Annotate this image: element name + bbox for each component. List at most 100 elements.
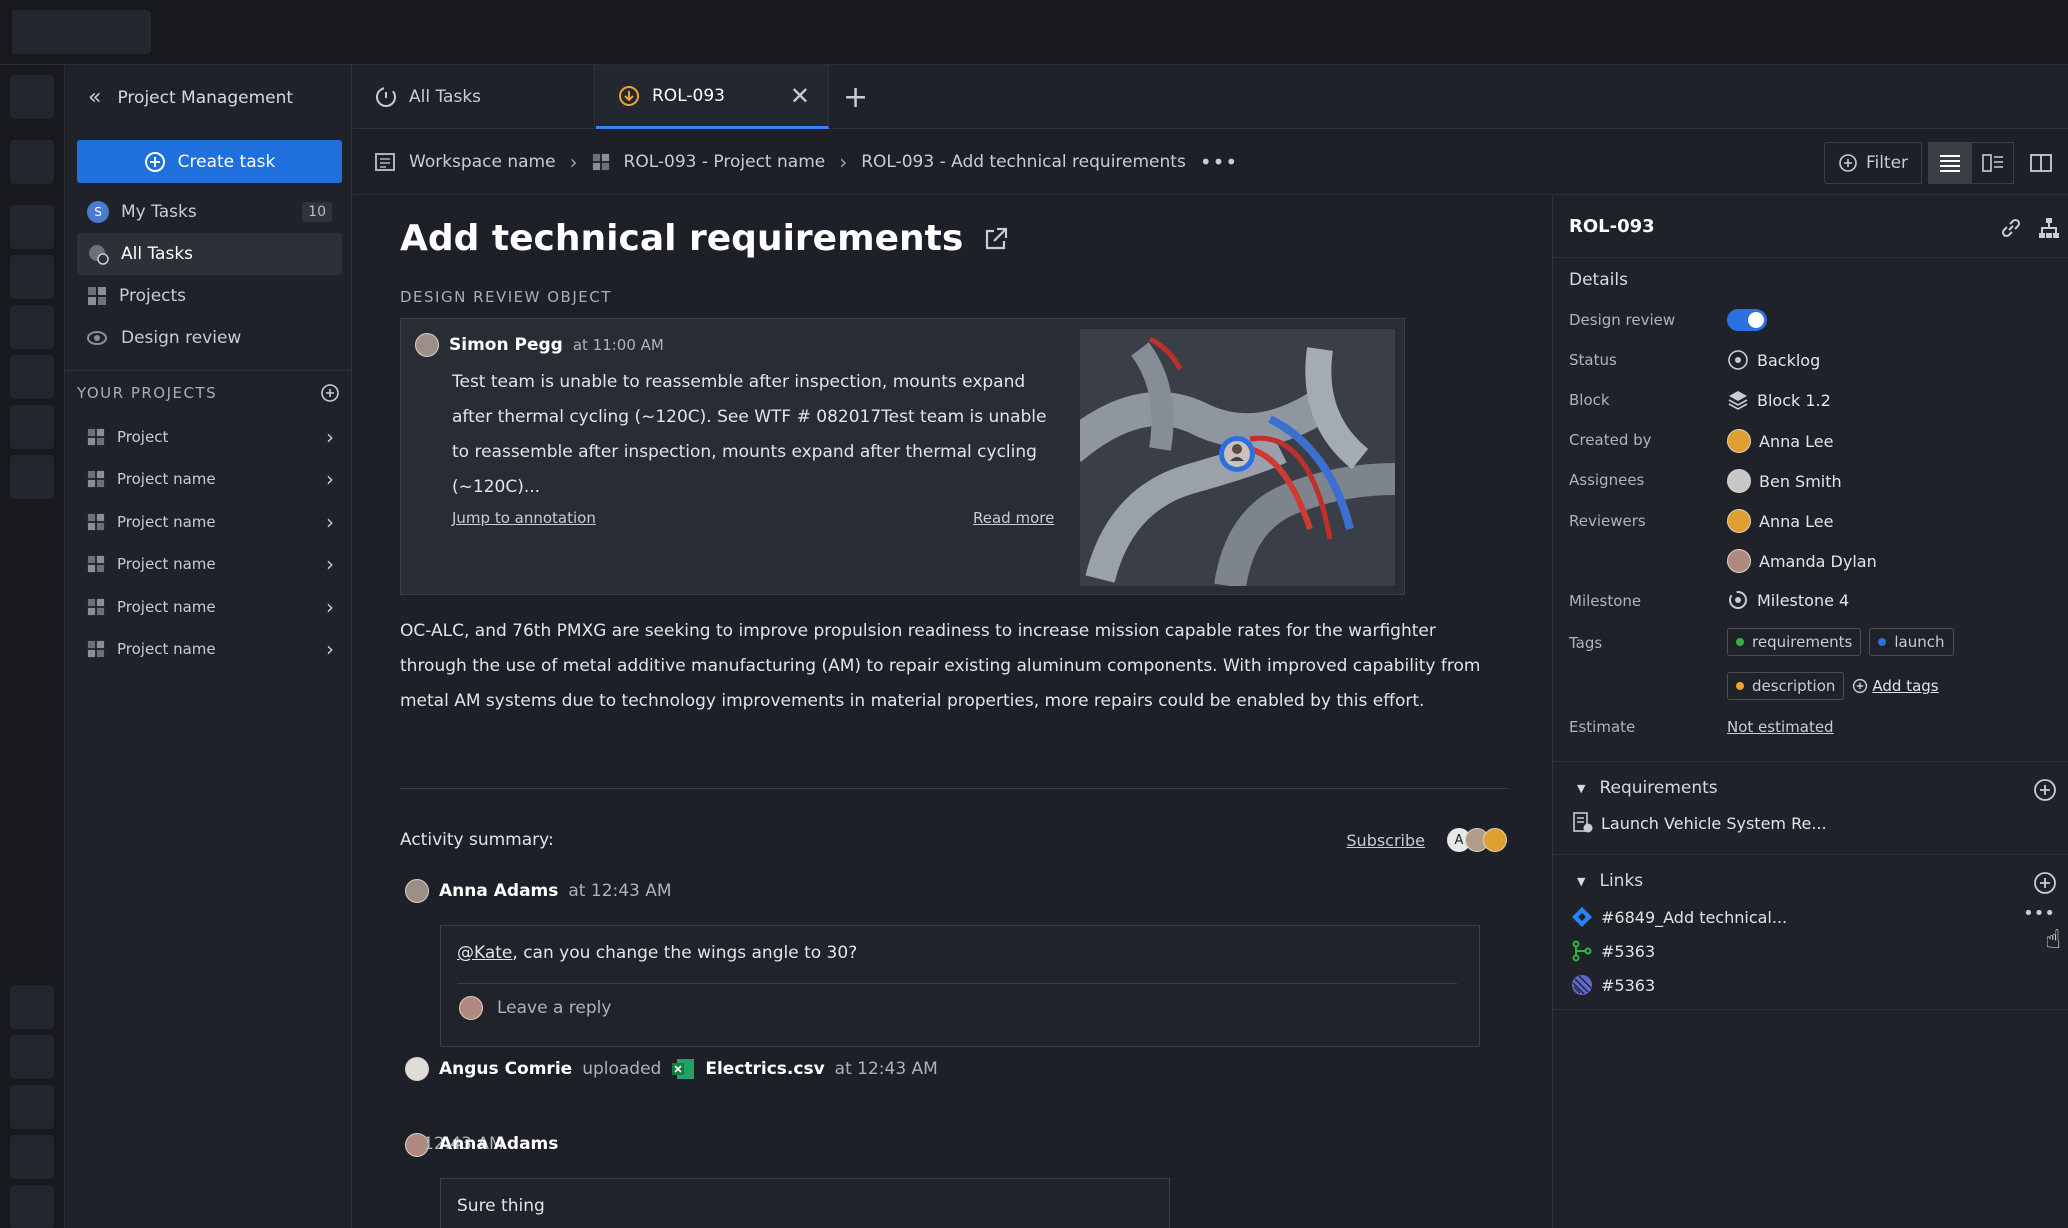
chevron-right-icon[interactable]: › [326, 595, 334, 619]
sidebar: « Project Management Create task S My Ta… [66, 65, 352, 1228]
breadcrumb-workspace[interactable]: Workspace name [409, 152, 556, 172]
comment-header: Anna Adams at 12:43 AM [405, 879, 672, 903]
sidebar-item-all-tasks[interactable]: All Tasks [77, 233, 342, 275]
reviewer-name: Anna Lee [1759, 511, 1834, 531]
tab-rol-093[interactable]: ROL-093 ✕ [596, 65, 829, 129]
mention-link[interactable]: @Kate [457, 943, 512, 963]
link-item[interactable]: #5363 [1571, 940, 1655, 962]
breadcrumb-project[interactable]: ROL-093 - Project name [624, 152, 826, 172]
requirements-section: ▼ Requirements Launch Vehicle System Re.… [1553, 761, 2068, 853]
milestone-value[interactable]: Milestone 4 [1727, 589, 1849, 611]
review-author-name: Simon Pegg [449, 335, 563, 355]
project-icon [87, 428, 105, 446]
link-item[interactable]: #5363 [1571, 974, 1655, 996]
rail-button[interactable] [10, 355, 54, 399]
add-requirement-icon[interactable] [2033, 778, 2057, 802]
estimate-text: Not estimated [1727, 718, 1834, 736]
create-task-button[interactable]: Create task [77, 140, 342, 183]
rail-button[interactable] [10, 75, 54, 119]
estimate-value[interactable]: Not estimated [1727, 718, 1834, 736]
block-value[interactable]: Block 1.2 [1727, 389, 1831, 411]
project-item[interactable]: Project › [77, 417, 342, 457]
breadcrumb-task[interactable]: ROL-093 - Add technical requirements [861, 152, 1186, 172]
add-project-icon[interactable] [320, 383, 340, 403]
avatar [405, 879, 429, 903]
tag-chip[interactable]: requirements [1727, 628, 1862, 656]
jump-to-annotation-link[interactable]: Jump to annotation [452, 509, 596, 527]
link-icon[interactable] [1999, 216, 2023, 240]
comment-thread: @Kate, can you change the wings angle to… [440, 925, 1480, 1047]
add-link-icon[interactable] [2033, 871, 2057, 895]
tag-label: description [1752, 677, 1836, 695]
uploaded-file-link[interactable]: Electrics.csv [705, 1059, 824, 1079]
reviewer-name: Amanda Dylan [1759, 551, 1877, 571]
rail-button[interactable] [10, 255, 54, 299]
list-view-button[interactable] [1928, 141, 1971, 184]
list-view-icon [1939, 154, 1960, 172]
review-text: Test team is unable to reassemble after … [452, 372, 1047, 497]
project-item[interactable]: Project name › [77, 629, 342, 669]
sidebar-item-projects[interactable]: Projects [77, 275, 342, 317]
project-item[interactable]: Project name › [77, 502, 342, 542]
rail-button[interactable] [10, 1135, 54, 1179]
close-tab-icon[interactable]: ✕ [790, 82, 810, 110]
chevron-right-icon[interactable]: › [326, 467, 334, 491]
design-review-toggle[interactable] [1727, 309, 1767, 331]
tasks-icon [89, 245, 109, 265]
assignee-value[interactable]: Ben Smith [1727, 469, 1842, 493]
rail-button[interactable] [10, 1085, 54, 1129]
reply-input[interactable]: Leave a reply [497, 998, 611, 1018]
chevron-right-icon[interactable]: › [326, 425, 334, 449]
status-value[interactable]: Backlog [1727, 349, 1820, 371]
review-time: at 11:00 AM [572, 336, 664, 354]
link-item[interactable]: #6849_Add technical... [1571, 906, 1787, 928]
rail-button[interactable] [10, 455, 54, 499]
count-badge: 10 [302, 202, 332, 222]
subscribe-link[interactable]: Subscribe [1346, 831, 1425, 850]
more-options-icon[interactable]: ••• [2023, 903, 2055, 924]
add-tags-button[interactable]: Add tags [1852, 677, 1939, 695]
chevron-right-icon[interactable]: › [326, 510, 334, 534]
project-item[interactable]: Project name › [77, 587, 342, 627]
external-link-icon[interactable] [983, 226, 1009, 252]
activity-label: Activity summary: [400, 830, 554, 850]
read-more-link[interactable]: Read more [973, 509, 1054, 527]
new-tab-button[interactable]: + [843, 65, 868, 129]
sidebar-item-my-tasks[interactable]: S My Tasks 10 [77, 191, 342, 233]
tag-chip[interactable]: launch [1869, 628, 1954, 656]
review-heading: DESIGN REVIEW OBJECT [400, 288, 612, 306]
requirement-item[interactable]: Launch Vehicle System Re... [1573, 812, 1827, 834]
project-item[interactable]: Project name › [77, 544, 342, 584]
rail-button[interactable] [10, 1035, 54, 1079]
project-item[interactable]: Project name › [77, 459, 342, 499]
panel-toggle-button[interactable] [2014, 142, 2068, 184]
app-logo[interactable] [12, 10, 151, 54]
filter-button[interactable]: Filter [1824, 141, 1922, 184]
block-label: Block [1569, 391, 1610, 409]
chevron-right-icon[interactable]: › [326, 637, 334, 661]
more-options-icon[interactable]: ••• [1200, 150, 1238, 174]
tab-all-tasks[interactable]: All Tasks [353, 65, 595, 129]
reply-row: Leave a reply [459, 996, 611, 1020]
links-header[interactable]: ▼ Links [1577, 871, 1643, 891]
requirements-header[interactable]: ▼ Requirements [1577, 778, 1718, 798]
reviewer-value[interactable]: Amanda Dylan [1727, 549, 1877, 573]
rail-button[interactable] [10, 305, 54, 349]
status-label: Status [1569, 351, 1617, 369]
collapse-sidebar-icon[interactable]: « [88, 85, 101, 110]
chevron-right-icon[interactable]: › [326, 552, 334, 576]
rail-button[interactable] [10, 205, 54, 249]
created-by-value[interactable]: Anna Lee [1727, 429, 1833, 453]
rail-button[interactable] [10, 985, 54, 1029]
hierarchy-icon[interactable] [2037, 216, 2061, 240]
design-review-card: Simon Pegg at 11:00 AM Test team is unab… [400, 318, 1405, 595]
engine-render-image[interactable] [1080, 329, 1395, 586]
subscriber-avatars[interactable]: A [1447, 828, 1507, 852]
rail-button[interactable] [10, 405, 54, 449]
reviewer-value[interactable]: Anna Lee [1727, 509, 1833, 533]
rail-button[interactable] [10, 140, 54, 184]
sidebar-item-design-review[interactable]: Design review [77, 317, 342, 359]
tag-chip[interactable]: description [1727, 672, 1845, 700]
split-view-button[interactable] [1971, 141, 2014, 184]
rail-button[interactable] [10, 1185, 54, 1228]
